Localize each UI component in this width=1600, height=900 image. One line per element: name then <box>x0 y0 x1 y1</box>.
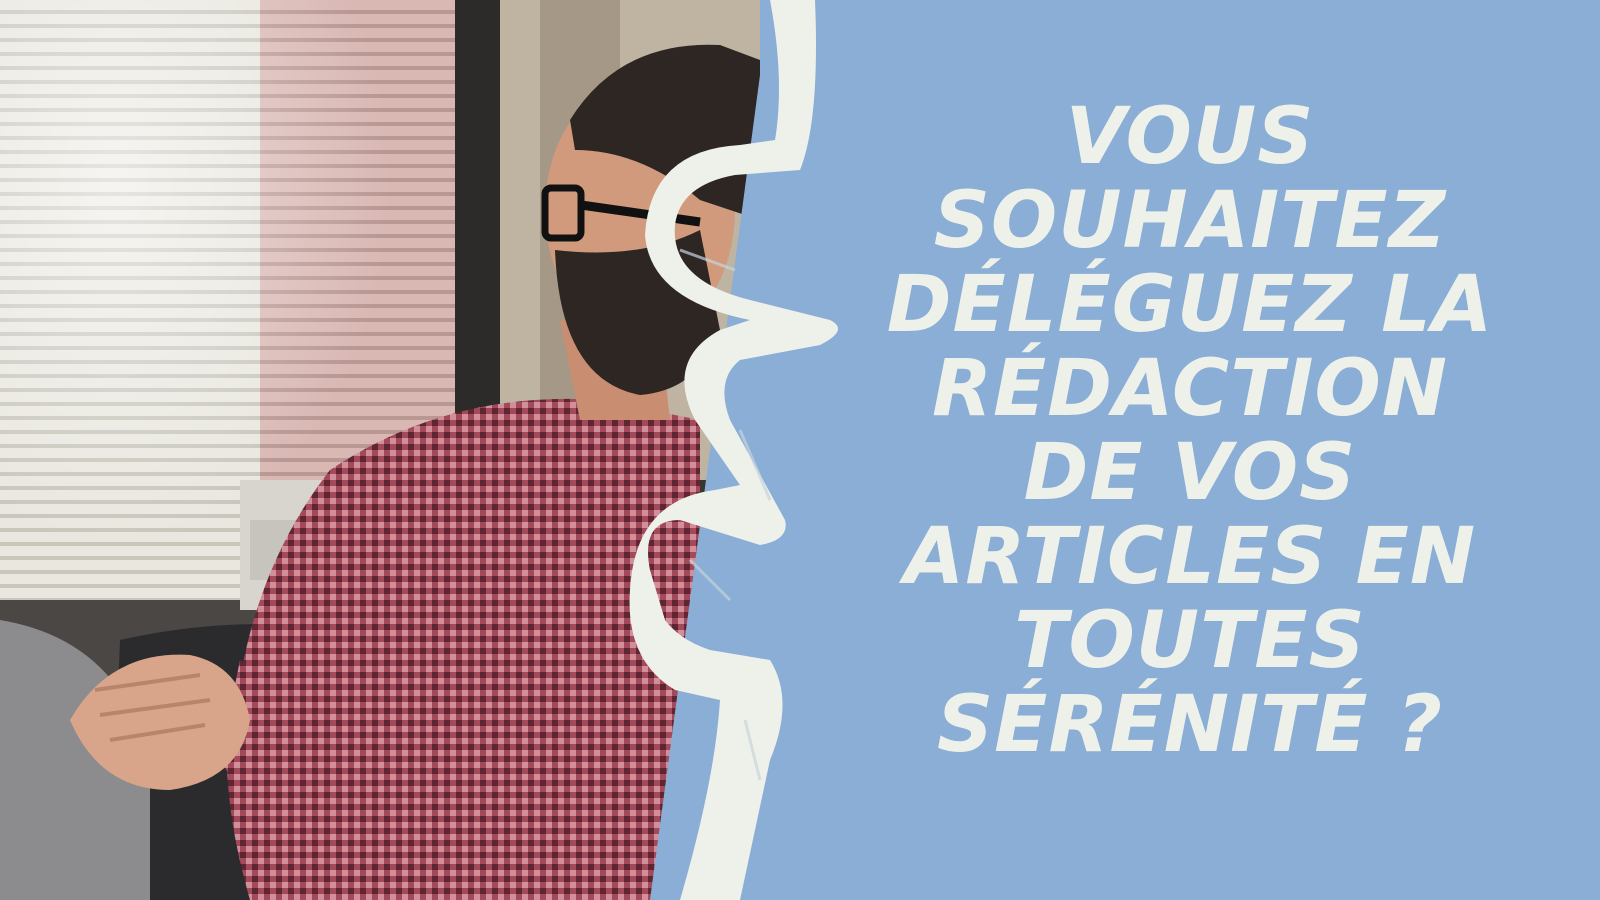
headline-line-4: RÉDACTION <box>931 344 1449 434</box>
headline-line-7: TOUTES <box>1014 596 1366 686</box>
headline-line-8: SÉRÉNITÉ ? <box>937 680 1443 770</box>
headline: VOUS SOUHAITEZ DÉLÉGUEZ LA RÉDACTION DE … <box>840 95 1540 815</box>
headline-line-1: VOUS <box>1065 92 1315 182</box>
promo-banner: VOUS SOUHAITEZ DÉLÉGUEZ LA RÉDACTION DE … <box>0 0 1600 900</box>
headline-line-6: ARTICLES EN <box>903 512 1477 602</box>
headline-line-2: SOUHAITEZ <box>933 176 1447 266</box>
headline-line-5: DE VOS <box>1023 428 1357 518</box>
headline-line-3: DÉLÉGUEZ LA <box>886 260 1494 350</box>
